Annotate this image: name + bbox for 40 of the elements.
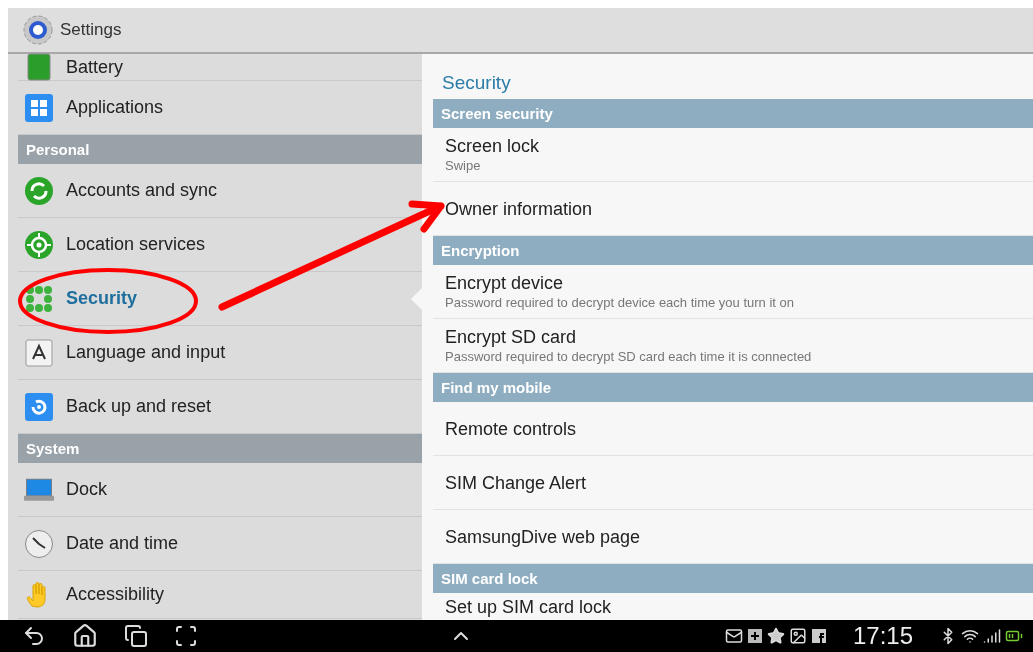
sidebar-item[interactable]: Dock — [18, 463, 422, 517]
star-icon — [766, 627, 785, 645]
image-icon — [788, 627, 807, 645]
security-grid-icon — [24, 283, 54, 314]
app-title: Settings — [60, 20, 122, 40]
section-header: Screen security — [433, 99, 1033, 128]
screenshot-icon[interactable] — [174, 624, 198, 648]
sync-icon — [24, 175, 54, 206]
gear-icon — [22, 14, 54, 46]
category-header: Personal — [18, 135, 422, 164]
battery-icon — [24, 52, 54, 82]
panel-title: Security — [441, 71, 512, 95]
sidebar-item[interactable]: Location services — [18, 218, 422, 272]
sidebar-item[interactable]: Accounts and sync — [18, 164, 422, 218]
sidebar-item[interactable]: Accessibility — [18, 571, 422, 619]
keyboard-key-icon — [24, 337, 54, 368]
sidebar-item[interactable]: Language and input — [18, 326, 422, 380]
settings-option[interactable]: SIM Change Alert — [433, 456, 1033, 510]
clock-time: 17:15 — [852, 622, 913, 650]
sidebar-item[interactable]: Battery — [18, 54, 422, 81]
apps-grid-icon — [24, 92, 54, 123]
square-f-icon — [810, 628, 827, 644]
settings-option[interactable]: Remote controls — [433, 402, 1033, 456]
settings-option[interactable]: Encrypt device Password required to decrypt device each time you turn it on — [433, 265, 1033, 319]
location-target-icon — [24, 229, 54, 260]
plus-square-icon — [746, 628, 763, 644]
recent-apps-icon[interactable] — [124, 624, 148, 648]
mail-icon — [724, 627, 743, 645]
sidebar-item[interactable]: Date and time — [18, 517, 422, 571]
category-header: System — [18, 434, 422, 463]
settings-option[interactable]: Screen lock Swipe — [433, 128, 1033, 182]
home-icon[interactable] — [72, 623, 98, 649]
section-header: SIM card lock — [433, 564, 1033, 593]
clock-icon — [24, 528, 54, 559]
backup-restore-icon — [24, 391, 54, 422]
back-icon[interactable] — [22, 624, 46, 648]
signal-icon — [983, 627, 1001, 645]
section-header: Find my mobile — [433, 373, 1033, 402]
section-header: Encryption — [433, 236, 1033, 265]
wifi-icon — [961, 627, 979, 645]
